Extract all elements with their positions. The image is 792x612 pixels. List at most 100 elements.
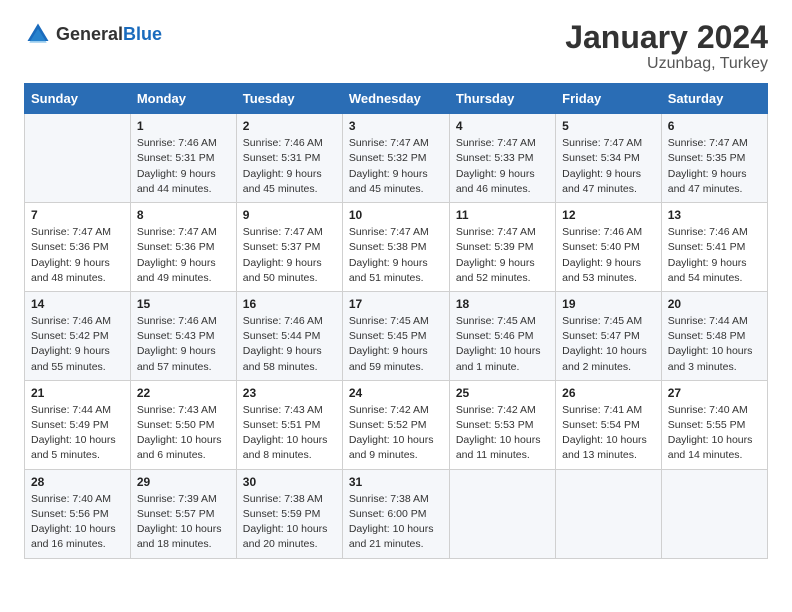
day-number: 30 <box>243 475 336 489</box>
day-number: 24 <box>349 386 443 400</box>
day-number: 12 <box>562 208 655 222</box>
day-info: Sunrise: 7:46 AMSunset: 5:43 PMDaylight:… <box>137 314 230 375</box>
day-number: 13 <box>668 208 761 222</box>
day-info: Sunrise: 7:46 AMSunset: 5:40 PMDaylight:… <box>562 225 655 286</box>
day-number: 29 <box>137 475 230 489</box>
day-number: 20 <box>668 297 761 311</box>
day-number: 1 <box>137 119 230 133</box>
title-block: January 2024 Uzunbag, Turkey <box>565 20 768 73</box>
day-info: Sunrise: 7:38 AMSunset: 5:59 PMDaylight:… <box>243 492 336 553</box>
weekday-header-friday: Friday <box>556 84 662 114</box>
calendar-cell: 5 Sunrise: 7:47 AMSunset: 5:34 PMDaylight… <box>556 114 662 203</box>
weekday-header-tuesday: Tuesday <box>236 84 342 114</box>
calendar-week-row: 14 Sunrise: 7:46 AMSunset: 5:42 PMDayligh… <box>25 291 768 380</box>
logo: GeneralBlue <box>24 20 162 48</box>
day-info: Sunrise: 7:46 AMSunset: 5:31 PMDaylight:… <box>243 136 336 197</box>
calendar-cell <box>25 114 131 203</box>
logo-text-blue: Blue <box>123 24 162 44</box>
calendar-cell: 12 Sunrise: 7:46 AMSunset: 5:40 PMDayligh… <box>556 203 662 292</box>
weekday-header-thursday: Thursday <box>449 84 555 114</box>
day-number: 31 <box>349 475 443 489</box>
calendar-cell: 16Sunrise: 7:46 AMSunset: 5:44 PMDayligh… <box>236 291 342 380</box>
calendar-cell: 20 Sunrise: 7:44 AMSunset: 5:48 PMDayligh… <box>661 291 767 380</box>
calendar-cell: 24 Sunrise: 7:42 AMSunset: 5:52 PMDayligh… <box>342 380 449 469</box>
weekday-header-row: SundayMondayTuesdayWednesdayThursdayFrid… <box>25 84 768 114</box>
calendar-cell: 23Sunrise: 7:43 AMSunset: 5:51 PMDayligh… <box>236 380 342 469</box>
day-info: Sunrise: 7:41 AMSunset: 5:54 PMDaylight:… <box>562 403 655 464</box>
logo-text-general: General <box>56 24 123 44</box>
day-number: 9 <box>243 208 336 222</box>
calendar-week-row: 28 Sunrise: 7:40 AMSunset: 5:56 PMDayligh… <box>25 469 768 558</box>
day-info: Sunrise: 7:46 AMSunset: 5:31 PMDaylight:… <box>137 136 230 197</box>
day-info: Sunrise: 7:47 AMSunset: 5:36 PMDaylight:… <box>137 225 230 286</box>
day-number: 11 <box>456 208 549 222</box>
calendar-cell: 10Sunrise: 7:47 AMSunset: 5:38 PMDayligh… <box>342 203 449 292</box>
day-info: Sunrise: 7:47 AMSunset: 5:35 PMDaylight:… <box>668 136 761 197</box>
calendar-cell: 17Sunrise: 7:45 AMSunset: 5:45 PMDayligh… <box>342 291 449 380</box>
calendar-week-row: 21Sunrise: 7:44 AMSunset: 5:49 PMDayligh… <box>25 380 768 469</box>
day-info: Sunrise: 7:38 AMSunset: 6:00 PMDaylight:… <box>349 492 443 553</box>
day-number: 17 <box>349 297 443 311</box>
calendar-cell: 2 Sunrise: 7:46 AMSunset: 5:31 PMDaylight… <box>236 114 342 203</box>
day-number: 22 <box>137 386 230 400</box>
day-info: Sunrise: 7:45 AMSunset: 5:46 PMDaylight:… <box>456 314 549 375</box>
day-info: Sunrise: 7:47 AMSunset: 5:36 PMDaylight:… <box>31 225 124 286</box>
day-number: 14 <box>31 297 124 311</box>
calendar-cell <box>449 469 555 558</box>
calendar-cell: 29 Sunrise: 7:39 AMSunset: 5:57 PMDayligh… <box>130 469 236 558</box>
calendar-cell: 15 Sunrise: 7:46 AMSunset: 5:43 PMDayligh… <box>130 291 236 380</box>
day-number: 25 <box>456 386 549 400</box>
day-info: Sunrise: 7:44 AMSunset: 5:49 PMDaylight:… <box>31 403 124 464</box>
day-number: 8 <box>137 208 230 222</box>
calendar-week-row: 7 Sunrise: 7:47 AMSunset: 5:36 PMDaylight… <box>25 203 768 292</box>
day-info: Sunrise: 7:40 AMSunset: 5:55 PMDaylight:… <box>668 403 761 464</box>
calendar-cell: 13Sunrise: 7:46 AMSunset: 5:41 PMDayligh… <box>661 203 767 292</box>
day-number: 18 <box>456 297 549 311</box>
day-info: Sunrise: 7:43 AMSunset: 5:50 PMDaylight:… <box>137 403 230 464</box>
day-info: Sunrise: 7:42 AMSunset: 5:52 PMDaylight:… <box>349 403 443 464</box>
day-number: 16 <box>243 297 336 311</box>
weekday-header-wednesday: Wednesday <box>342 84 449 114</box>
calendar-cell: 7 Sunrise: 7:47 AMSunset: 5:36 PMDaylight… <box>25 203 131 292</box>
day-number: 3 <box>349 119 443 133</box>
day-info: Sunrise: 7:44 AMSunset: 5:48 PMDaylight:… <box>668 314 761 375</box>
weekday-header-saturday: Saturday <box>661 84 767 114</box>
day-number: 5 <box>562 119 655 133</box>
day-number: 7 <box>31 208 124 222</box>
day-number: 28 <box>31 475 124 489</box>
day-info: Sunrise: 7:47 AMSunset: 5:37 PMDaylight:… <box>243 225 336 286</box>
page-subtitle: Uzunbag, Turkey <box>565 55 768 73</box>
day-info: Sunrise: 7:45 AMSunset: 5:47 PMDaylight:… <box>562 314 655 375</box>
calendar-cell: 30 Sunrise: 7:38 AMSunset: 5:59 PMDayligh… <box>236 469 342 558</box>
day-number: 15 <box>137 297 230 311</box>
day-info: Sunrise: 7:46 AMSunset: 5:42 PMDaylight:… <box>31 314 124 375</box>
day-info: Sunrise: 7:47 AMSunset: 5:39 PMDaylight:… <box>456 225 549 286</box>
weekday-header-monday: Monday <box>130 84 236 114</box>
calendar-cell: 27Sunrise: 7:40 AMSunset: 5:55 PMDayligh… <box>661 380 767 469</box>
day-info: Sunrise: 7:47 AMSunset: 5:34 PMDaylight:… <box>562 136 655 197</box>
day-info: Sunrise: 7:47 AMSunset: 5:32 PMDaylight:… <box>349 136 443 197</box>
calendar-cell: 25Sunrise: 7:42 AMSunset: 5:53 PMDayligh… <box>449 380 555 469</box>
day-number: 4 <box>456 119 549 133</box>
calendar-cell: 18 Sunrise: 7:45 AMSunset: 5:46 PMDayligh… <box>449 291 555 380</box>
day-info: Sunrise: 7:39 AMSunset: 5:57 PMDaylight:… <box>137 492 230 553</box>
weekday-header-sunday: Sunday <box>25 84 131 114</box>
day-number: 19 <box>562 297 655 311</box>
calendar-cell: 4Sunrise: 7:47 AMSunset: 5:33 PMDaylight… <box>449 114 555 203</box>
day-info: Sunrise: 7:47 AMSunset: 5:38 PMDaylight:… <box>349 225 443 286</box>
calendar-cell: 21Sunrise: 7:44 AMSunset: 5:49 PMDayligh… <box>25 380 131 469</box>
calendar-cell: 22 Sunrise: 7:43 AMSunset: 5:50 PMDayligh… <box>130 380 236 469</box>
calendar-cell: 3 Sunrise: 7:47 AMSunset: 5:32 PMDaylight… <box>342 114 449 203</box>
calendar-cell: 14 Sunrise: 7:46 AMSunset: 5:42 PMDayligh… <box>25 291 131 380</box>
calendar-cell: 26Sunrise: 7:41 AMSunset: 5:54 PMDayligh… <box>556 380 662 469</box>
day-number: 2 <box>243 119 336 133</box>
calendar-cell: 19 Sunrise: 7:45 AMSunset: 5:47 PMDayligh… <box>556 291 662 380</box>
page-title: January 2024 <box>565 20 768 55</box>
calendar-cell: 1 Sunrise: 7:46 AMSunset: 5:31 PMDaylight… <box>130 114 236 203</box>
calendar-cell: 28 Sunrise: 7:40 AMSunset: 5:56 PMDayligh… <box>25 469 131 558</box>
day-info: Sunrise: 7:40 AMSunset: 5:56 PMDaylight:… <box>31 492 124 553</box>
calendar-cell: 8 Sunrise: 7:47 AMSunset: 5:36 PMDaylight… <box>130 203 236 292</box>
calendar-cell <box>661 469 767 558</box>
calendar-cell <box>556 469 662 558</box>
calendar-table: SundayMondayTuesdayWednesdayThursdayFrid… <box>24 83 768 558</box>
